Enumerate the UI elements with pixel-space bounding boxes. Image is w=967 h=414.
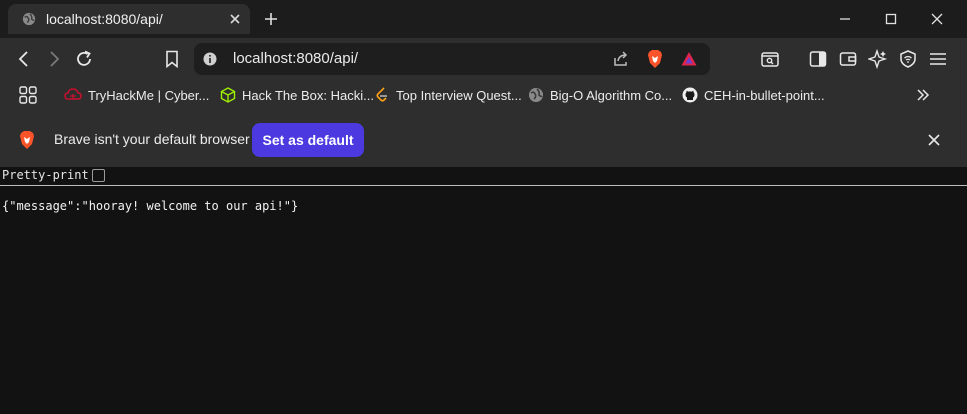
bookmark-label: TryHackMe | Cyber... <box>88 87 210 103</box>
tab-search-icon[interactable] <box>760 49 780 69</box>
close-window-icon[interactable] <box>928 10 946 28</box>
url-text: localhost:8080/api/ <box>233 50 359 67</box>
reload-icon[interactable] <box>74 49 94 69</box>
bookmarks-bar: TryHackMe | Cyber... Hack The Box: Hacki… <box>0 80 967 110</box>
tab-title: localhost:8080/api/ <box>46 11 163 27</box>
pretty-print-label: Pretty-print <box>2 168 89 182</box>
bookmark-label: CEH-in-bullet-point... <box>704 87 825 103</box>
new-tab-icon[interactable] <box>262 10 280 28</box>
maximize-icon[interactable] <box>882 10 900 28</box>
pretty-print-row: Pretty-print <box>0 167 967 185</box>
leetcode-icon <box>376 87 387 102</box>
wallet-icon[interactable] <box>838 49 858 69</box>
menu-icon[interactable] <box>928 49 948 69</box>
address-bar[interactable]: localhost:8080/api/ <box>194 43 710 75</box>
bookmark-label: Hack The Box: Hacki... <box>242 87 374 103</box>
bookmark-item[interactable]: CEH-in-bullet-point... <box>682 86 825 104</box>
title-bar: localhost:8080/api/ <box>0 0 967 38</box>
infobar-message: Brave isn't your default browser <box>54 131 250 147</box>
github-icon <box>682 87 698 103</box>
leo-ai-icon[interactable] <box>868 49 888 69</box>
bookmark-item[interactable]: Top Interview Quest... <box>374 86 522 104</box>
pretty-print-checkbox[interactable] <box>92 169 105 182</box>
forward-icon[interactable] <box>44 49 64 69</box>
bookmark-icon[interactable] <box>162 49 182 69</box>
json-response-text: {"message":"hooray! welcome to our api!"… <box>2 199 299 213</box>
bookmark-label: Top Interview Quest... <box>396 87 522 103</box>
globe-icon <box>22 12 36 26</box>
bookmark-label: Big-O Algorithm Co... <box>550 87 673 103</box>
default-browser-infobar: Brave isn't your default browser Set as … <box>0 110 967 167</box>
set-as-default-button[interactable]: Set as default <box>252 123 364 157</box>
brave-logo-icon <box>20 131 34 149</box>
back-icon[interactable] <box>14 49 34 69</box>
divider <box>0 185 967 186</box>
sidebar-icon[interactable] <box>808 49 828 69</box>
tab-active[interactable]: localhost:8080/api/ <box>8 4 250 34</box>
globe-icon <box>529 88 543 102</box>
more-bookmarks-icon[interactable] <box>915 88 931 102</box>
minimize-icon[interactable] <box>836 10 854 28</box>
tryhackme-icon <box>64 88 82 100</box>
share-icon[interactable] <box>612 50 630 68</box>
close-infobar-icon[interactable] <box>926 132 942 148</box>
hackthebox-icon <box>220 87 236 103</box>
apps-grid-icon[interactable] <box>18 85 38 105</box>
vpn-icon[interactable] <box>898 49 918 69</box>
bookmark-item[interactable]: TryHackMe | Cyber... <box>64 86 209 104</box>
bookmark-item[interactable]: Big-O Algorithm Co... <box>528 86 672 104</box>
brave-rewards-icon[interactable] <box>680 50 698 68</box>
site-info-icon[interactable] <box>203 52 217 66</box>
close-tab-icon[interactable] <box>227 11 243 27</box>
brave-shields-icon[interactable] <box>646 49 664 69</box>
bookmark-item[interactable]: Hack The Box: Hacki... <box>220 86 374 104</box>
